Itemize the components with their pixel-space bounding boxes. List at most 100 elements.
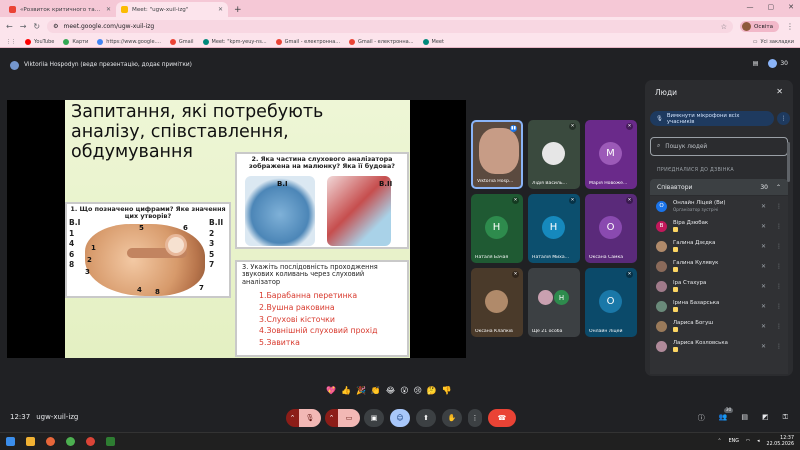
reactions-button[interactable]: ☺ [390, 409, 410, 427]
participant-tile[interactable]: О ✕ Оксана Самка [585, 194, 637, 263]
video-options-chevron-icon[interactable]: ⌃ [325, 409, 338, 427]
browser-tab-0[interactable]: «Розвиток критичного та про ✕ [4, 2, 116, 17]
list-item[interactable]: Іра Стахура ✕ ⋮ [650, 276, 788, 296]
participant-tile[interactable]: ▮▮ Viktoriia Hosp... [471, 120, 523, 189]
gmail-icon [169, 38, 176, 45]
more-options-button[interactable]: ⋮ [468, 409, 482, 427]
thumbs-up-reaction-icon[interactable]: 👍 [341, 386, 351, 396]
omnibox[interactable]: ⚙ meet.google.com/ugw-xuil-izg ☆ [47, 20, 733, 33]
bookmark-star-icon[interactable]: ☆ [721, 23, 727, 31]
kebab-icon[interactable]: ⋮ [776, 263, 782, 270]
back-icon[interactable]: ← [6, 22, 13, 31]
thinking-reaction-icon[interactable]: 🤔 [427, 386, 437, 396]
participant-avatar [485, 290, 508, 313]
audio-options-chevron-icon[interactable]: ⌃ [286, 409, 299, 427]
bookmark-item[interactable]: Gmail - електронна... [275, 38, 340, 45]
surprised-reaction-icon[interactable]: 😮 [400, 386, 408, 396]
raise-hand-button[interactable]: ✋ [442, 409, 462, 427]
lock-icon[interactable]: ⚿ [783, 413, 788, 423]
bookmark-item[interactable]: Gmail - електронна... [349, 38, 414, 45]
present-button[interactable]: ⬆ [416, 409, 436, 427]
close-window-icon[interactable]: ✕ [788, 3, 794, 11]
bookmark-label: Meet: "kpm-yeuy-ns... [211, 38, 267, 45]
bookmark-item[interactable]: Meet: "kpm-yeuy-ns... [202, 38, 267, 45]
kebab-icon[interactable]: ⋮ [776, 203, 782, 210]
participant-tile-more[interactable]: Н Ще 21 особа [528, 268, 580, 337]
chevron-up-icon[interactable]: ⌃ [718, 439, 722, 444]
chrome-icon[interactable] [66, 437, 75, 446]
activities-icon[interactable]: ◩ [762, 413, 769, 423]
clock[interactable]: 12:37 22.05.2026 [767, 436, 794, 447]
bookmark-item[interactable]: Gmail [169, 38, 194, 45]
reload-icon[interactable]: ↻ [33, 22, 40, 31]
kebab-icon[interactable]: ⋮ [776, 303, 782, 310]
participant-tile[interactable]: ✕ Оксана Клапків [471, 268, 523, 337]
browser-tab-1[interactable]: Meet: "ugw-xuil-izg" ✕ [116, 2, 228, 17]
kebab-icon[interactable]: ⋮ [776, 343, 782, 350]
list-item[interactable]: Лариса Козловська ✕ ⋮ [650, 336, 788, 356]
list-item[interactable]: Лариса Богуш ✕ ⋮ [650, 316, 788, 336]
list-item[interactable]: Ірина Базарська ✕ ⋮ [650, 296, 788, 316]
leave-call-button[interactable]: ☎ [488, 409, 516, 427]
mute-all-button[interactable]: 🎙 Вимкнути мікрофони всіх учасників [650, 111, 774, 126]
apps-grid-icon[interactable]: ⋮⋮ [6, 39, 16, 45]
kebab-icon[interactable]: ⋮ [776, 243, 782, 250]
clap-reaction-icon[interactable]: 👏 [371, 386, 381, 396]
close-icon[interactable]: ✕ [776, 87, 783, 96]
close-tab-icon[interactable]: ✕ [218, 6, 223, 13]
app-icon[interactable] [106, 437, 115, 446]
chat-icon[interactable]: ▤ [741, 413, 748, 423]
bookmark-item[interactable]: https://www.google.... [97, 38, 161, 45]
participant-tile[interactable]: Н ✕ Наталя Бачая [471, 194, 523, 263]
mic-toggle-button[interactable]: 🎙 [299, 409, 321, 427]
participant-name: Наталя Бачая [475, 255, 509, 260]
forward-icon[interactable]: → [20, 22, 27, 31]
more-options-button[interactable]: ⋮ [777, 112, 790, 125]
new-tab-button[interactable]: + [228, 5, 248, 17]
volume-icon[interactable]: ◂ [757, 439, 759, 444]
participant-tile[interactable]: ✕ Лідія Василь... [528, 120, 580, 189]
profile-button[interactable]: Освіта [739, 21, 779, 32]
kebab-icon[interactable]: ⋮ [776, 323, 782, 330]
close-tab-icon[interactable]: ✕ [106, 6, 111, 13]
participant-tile[interactable]: О ✕ Онлайн Ліцей [585, 268, 637, 337]
maximize-icon[interactable]: ▢ [768, 3, 775, 11]
chrome-profile-icon[interactable] [86, 437, 95, 446]
list-item[interactable]: О Онлайн Ліцей (Ви) Організатор зустрічі … [650, 196, 788, 216]
heart-reaction-icon[interactable]: 💖 [326, 386, 336, 396]
thumbs-down-reaction-icon[interactable]: 👎 [442, 386, 452, 396]
panel-scrollbar[interactable] [787, 142, 790, 182]
all-bookmarks[interactable]: ▭ Усі закладки [753, 39, 794, 45]
notes-icon[interactable]: ▤ [753, 60, 759, 67]
laugh-reaction-icon[interactable]: 😂 [386, 386, 395, 396]
participant-video-image [479, 128, 519, 174]
kebab-icon[interactable]: ⋮ [776, 223, 782, 230]
kebab-icon[interactable]: ⋮ [776, 283, 782, 290]
collaborators-group-header[interactable]: Співавтори 30 ⌃ [650, 179, 788, 195]
bookmark-item[interactable]: YouTube [25, 38, 54, 45]
people-button[interactable]: 👥 30 [719, 408, 734, 423]
list-item[interactable]: Галина Дзєдка ✕ ⋮ [650, 236, 788, 256]
lang-indicator[interactable]: ENG [729, 439, 739, 444]
windows-start-icon[interactable] [6, 437, 15, 446]
info-icon[interactable]: ⓘ [698, 413, 705, 423]
list-item[interactable]: Галина Кулявук ✕ ⋮ [650, 256, 788, 276]
party-reaction-icon[interactable]: 🎉 [356, 386, 366, 396]
file-explorer-icon[interactable] [26, 437, 35, 446]
participant-count-badge[interactable]: 30 [768, 59, 788, 68]
site-info-icon[interactable]: ⚙ [53, 23, 58, 30]
search-people-input[interactable]: ⌕ Пошук людей [650, 137, 788, 156]
list-item[interactable]: В Віра Дзюбак ✕ ⋮ [650, 216, 788, 236]
minimize-icon[interactable]: — [747, 3, 754, 11]
sad-reaction-icon[interactable]: 😢 [414, 386, 422, 396]
wifi-icon[interactable]: ◠ [746, 439, 750, 444]
camera-toggle-button[interactable]: ▭ [338, 409, 360, 427]
bookmark-item[interactable]: Карти [63, 38, 88, 45]
bookmark-item[interactable]: Meet [422, 38, 444, 45]
firefox-icon[interactable] [46, 437, 55, 446]
bookmark-label: Gmail - електронна... [358, 38, 414, 45]
participant-tile[interactable]: M ✕ Марія Новоже... [585, 120, 637, 189]
menu-kebab-icon[interactable]: ⋮ [786, 22, 794, 31]
participant-tile[interactable]: Н ✕ Наталія Миха... [528, 194, 580, 263]
captions-button[interactable]: ▣ [364, 409, 384, 427]
